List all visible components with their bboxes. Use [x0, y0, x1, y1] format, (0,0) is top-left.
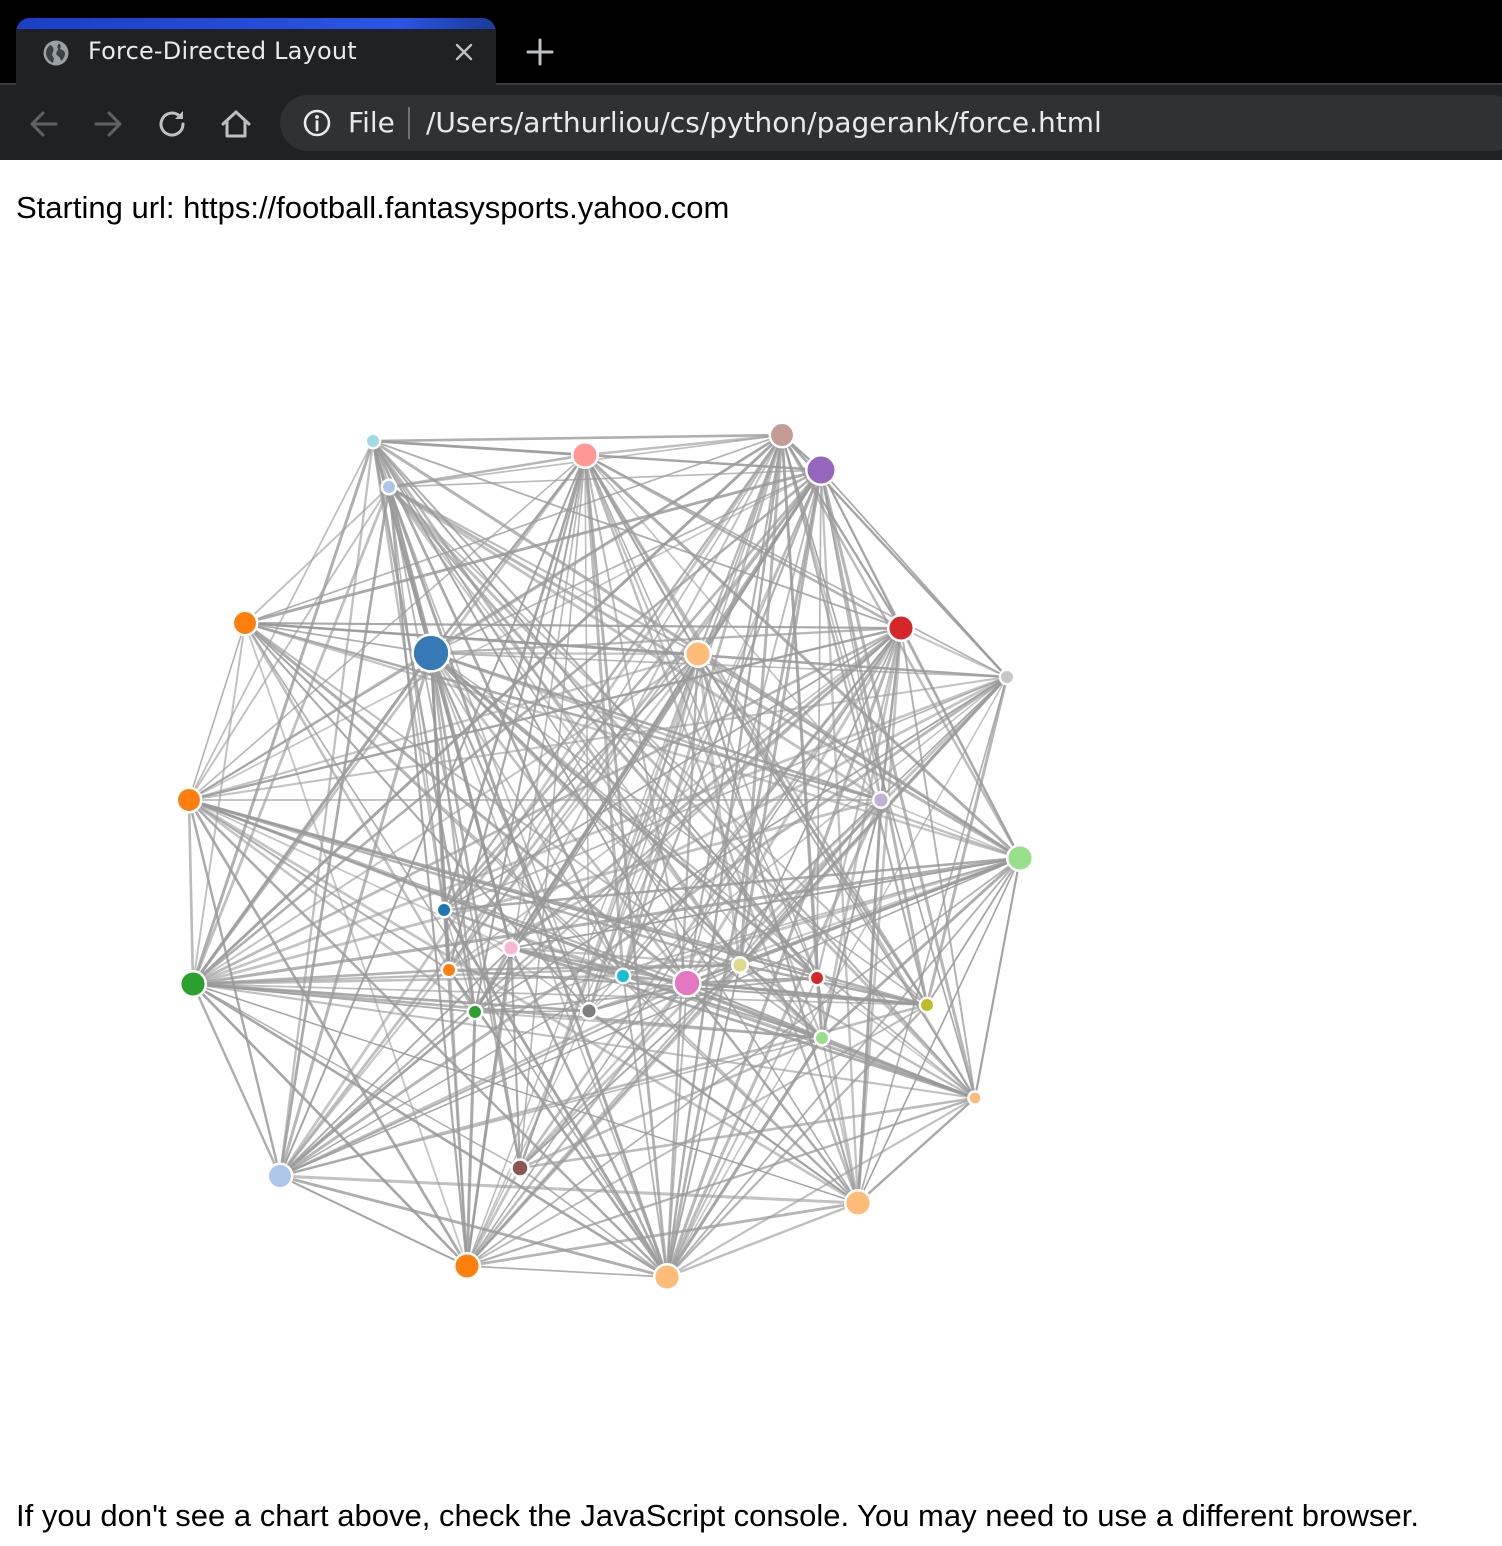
graph-link — [666, 1097, 976, 1278]
reload-icon[interactable] — [152, 104, 192, 144]
plus-icon[interactable] — [522, 34, 558, 70]
address-separator — [408, 107, 410, 139]
home-icon[interactable] — [216, 104, 256, 144]
back-arrow-icon[interactable] — [24, 104, 64, 144]
graph-node[interactable] — [998, 668, 1016, 686]
graph-link — [192, 983, 468, 1267]
tab-force-directed-layout[interactable]: Force-Directed Layout — [16, 18, 496, 87]
graph-node[interactable] — [380, 478, 398, 496]
graph-node[interactable] — [178, 969, 208, 999]
starting-url-line: Starting url: https://football.fantasysp… — [16, 190, 730, 225]
graph-node[interactable] — [808, 969, 826, 987]
graph-link — [442, 909, 669, 1278]
graph-node[interactable] — [918, 996, 936, 1014]
toolbar: File /Users/arthurliou/cs/python/pageran… — [0, 87, 1502, 160]
graph-node[interactable] — [570, 440, 600, 470]
tab-accent — [16, 18, 496, 29]
graph-node[interactable] — [652, 1262, 682, 1292]
graph-link — [188, 440, 374, 801]
address-bar[interactable]: File /Users/arthurliou/cs/python/pageran… — [280, 95, 1502, 151]
graph-node[interactable] — [1005, 843, 1035, 873]
graph-node[interactable] — [510, 1158, 530, 1178]
tab-strip: Force-Directed Layout — [0, 0, 1502, 87]
graph-link — [188, 622, 246, 801]
graph-node[interactable] — [266, 1162, 294, 1190]
graph-link — [466, 1201, 859, 1268]
graph-node[interactable] — [231, 609, 259, 637]
browser-warning-note: If you don't see a chart above, check th… — [16, 1498, 1419, 1533]
graph-node[interactable] — [672, 968, 702, 998]
globe-icon — [43, 40, 69, 66]
graph-links — [187, 433, 1022, 1279]
graph-node[interactable] — [440, 961, 458, 979]
graph-node[interactable] — [501, 938, 521, 958]
graph-node[interactable] — [452, 1251, 482, 1281]
info-icon[interactable] — [302, 108, 332, 138]
graph-link — [244, 621, 902, 630]
tab-title: Force-Directed Layout — [88, 37, 357, 65]
graph-link — [584, 454, 590, 1012]
graph-link — [474, 1010, 590, 1013]
scheme-label: File — [348, 106, 395, 139]
graph-node[interactable] — [364, 432, 382, 450]
graph-node[interactable] — [805, 454, 837, 486]
graph-node[interactable] — [411, 633, 451, 673]
graph-link — [821, 1037, 976, 1099]
graph-node[interactable] — [813, 1029, 831, 1047]
graph-node[interactable] — [435, 901, 453, 919]
url-text[interactable]: /Users/arthurliou/cs/python/pagerank/for… — [426, 106, 1102, 139]
graph-node[interactable] — [886, 613, 916, 643]
graph-node[interactable] — [579, 1001, 599, 1021]
graph-node[interactable] — [683, 639, 713, 669]
browser-chrome: Force-Directed Layout File /Users/arthur… — [0, 0, 1502, 160]
close-icon[interactable] — [452, 40, 476, 64]
forward-arrow-icon[interactable] — [88, 104, 128, 144]
graph-link — [466, 1265, 668, 1278]
graph-node[interactable] — [175, 786, 203, 814]
graph-node[interactable] — [466, 1003, 484, 1021]
graph-node[interactable] — [614, 967, 632, 985]
graph-link — [191, 983, 282, 1177]
graph-node[interactable] — [967, 1090, 983, 1106]
graph-link — [187, 799, 195, 985]
graph-node[interactable] — [730, 955, 750, 975]
force-directed-graph — [175, 421, 1035, 1292]
graph-node[interactable] — [843, 1188, 873, 1218]
graph-node[interactable] — [768, 421, 796, 449]
graph-node[interactable] — [871, 790, 891, 810]
